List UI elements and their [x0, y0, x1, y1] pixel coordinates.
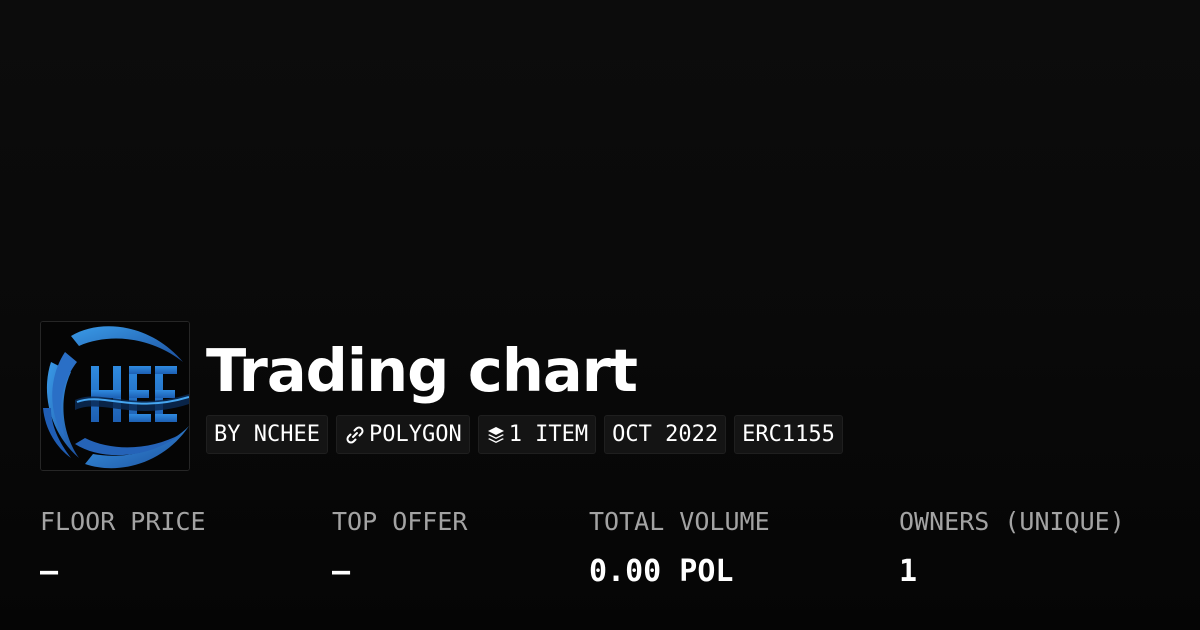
date-tag-label: OCT 2022 [612, 422, 719, 447]
layers-icon [486, 425, 506, 445]
creator-tag[interactable]: BY NCHEE [206, 415, 328, 454]
collection-tags: BY NCHEE POLYGON 1 ITEM OCT 2022 ERC1155 [206, 415, 843, 454]
creator-tag-label: BY NCHEE [214, 422, 320, 447]
date-tag: OCT 2022 [604, 415, 727, 454]
stat-label: OWNERS (UNIQUE) [899, 507, 1125, 536]
stat-label: TOTAL VOLUME [589, 507, 770, 536]
stat-value: – [40, 554, 59, 589]
chain-tag-label: POLYGON [368, 422, 462, 447]
stat-top-offer: TOP OFFER – [332, 505, 467, 589]
chain-link-icon [344, 424, 366, 446]
standard-tag: ERC1155 [734, 415, 843, 454]
stat-label: FLOOR PRICE [40, 507, 206, 536]
stat-value: 1 [899, 554, 918, 589]
chain-tag[interactable]: POLYGON [335, 415, 470, 454]
collection-logo [40, 321, 190, 471]
stat-total-volume: TOTAL VOLUME 0.00 POL [589, 505, 770, 589]
items-tag: 1 ITEM [477, 415, 597, 454]
stat-label: TOP OFFER [332, 507, 468, 536]
collection-logo-graphic [41, 322, 189, 470]
stat-owners: OWNERS (UNIQUE) 1 [899, 505, 1125, 589]
stat-value: – [332, 554, 351, 589]
collection-title: Trading chart [206, 336, 638, 405]
collection-card: Trading chart BY NCHEE POLYGON 1 ITEM OC… [0, 0, 1200, 630]
items-tag-label: 1 ITEM [508, 422, 589, 447]
stat-floor-price: FLOOR PRICE – [40, 505, 206, 589]
standard-tag-label: ERC1155 [742, 422, 835, 447]
stat-value: 0.00 POL [589, 554, 734, 589]
